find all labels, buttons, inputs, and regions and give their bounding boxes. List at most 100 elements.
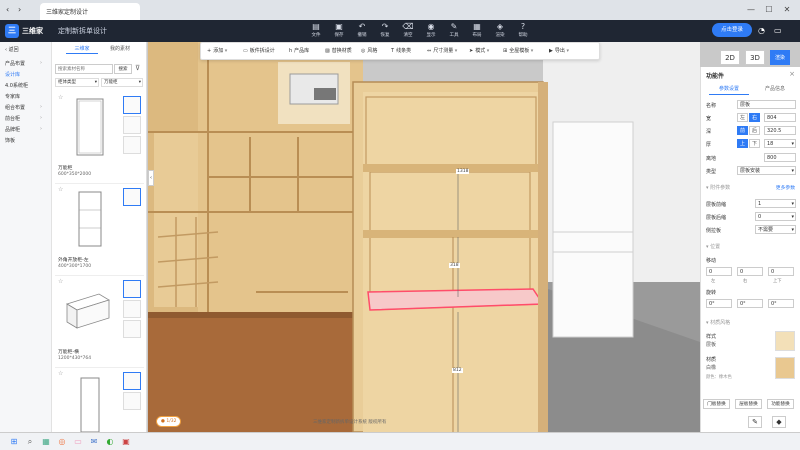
login-button[interactable]: 点击登录 xyxy=(712,23,752,37)
browser-back-icon[interactable]: ‹ xyxy=(6,5,9,14)
shelf-back-select[interactable]: 0 ▾ xyxy=(755,212,796,221)
redo-tool-button[interactable]: ↷ 恢复 xyxy=(374,22,396,42)
thickness-top-toggle[interactable]: 上 xyxy=(737,139,748,148)
thickness-bottom-toggle[interactable]: 下 xyxy=(749,139,760,148)
height-field[interactable]: 800 xyxy=(764,153,796,162)
section-position[interactable]: ▾ 位置 xyxy=(706,243,720,250)
rotate-z-field[interactable]: 0° xyxy=(768,299,794,308)
search-button[interactable]: 搜索 xyxy=(114,64,132,74)
tab-params[interactable]: 参数设置 xyxy=(709,85,749,95)
product-card[interactable]: ☆ 万能柜 600*350*2000 xyxy=(55,92,144,184)
save-tool-button[interactable]: ▣ 保存 xyxy=(328,22,350,42)
layout-tool-button[interactable]: ▦ 布局 xyxy=(466,22,488,42)
undo-tool-button[interactable]: ↶ 撤销 xyxy=(351,22,373,42)
render-tool-button[interactable]: ◈ 渲染 xyxy=(489,22,511,42)
chat-icon[interactable]: ◐ xyxy=(104,436,116,448)
browser-icon[interactable]: ◎ xyxy=(56,436,68,448)
product-card[interactable]: ☆ xyxy=(55,368,144,432)
variant-thumbnail[interactable] xyxy=(123,136,141,154)
tab-sanweijia[interactable]: 三维家 xyxy=(66,45,98,54)
variant-thumbnail[interactable] xyxy=(123,96,141,114)
width-left-toggle[interactable]: 左 xyxy=(737,113,748,122)
section-material[interactable]: ▾ 材质风格 xyxy=(706,319,730,326)
cube-icon[interactable]: ◆ xyxy=(772,416,786,428)
thickness-field[interactable]: 18 ▾ xyxy=(764,139,796,148)
variant-thumbnail[interactable] xyxy=(123,188,141,206)
grid-toolbar-button[interactable]: ⊞ 全屋模板 ▾ xyxy=(503,47,533,54)
variant-thumbnail[interactable] xyxy=(123,392,141,410)
bell-icon[interactable]: ◔ xyxy=(758,26,765,35)
depth-front-toggle[interactable]: 前 xyxy=(737,126,748,135)
type-select[interactable]: 层板安装 ▾ xyxy=(737,166,796,175)
sidebar-item[interactable]: 饰板 xyxy=(5,137,15,144)
cabinet-3d-view[interactable] xyxy=(148,42,700,432)
maximize-icon[interactable]: ☐ xyxy=(764,5,774,15)
browser-forward-icon[interactable]: › xyxy=(18,5,21,14)
category-filter-select[interactable]: 万能柜 ▾ xyxy=(101,78,143,87)
replace-function-button[interactable]: 功能替换 xyxy=(767,399,794,409)
mold-toolbar-button[interactable]: T 线条类 xyxy=(391,47,411,54)
pen-icon[interactable]: ✎ xyxy=(748,416,762,428)
hardware-toolbar-button[interactable]: h 产品库 xyxy=(289,47,309,54)
cursor-toolbar-button[interactable]: ➤ 模式 ▾ xyxy=(469,47,489,54)
favorite-icon[interactable]: ☆ xyxy=(58,370,63,377)
move-z-field[interactable]: 0 xyxy=(768,267,794,276)
product-card[interactable]: ☆ 万能柜-横 1200*430*764 xyxy=(55,276,144,368)
replace-door-button[interactable]: 门板替换 xyxy=(703,399,730,409)
explorer-icon[interactable]: ▦ xyxy=(40,436,52,448)
back-link[interactable]: ‹ 返回 xyxy=(5,46,19,53)
help-tool-button[interactable]: ? 帮助 xyxy=(512,22,534,42)
style-swatch[interactable] xyxy=(775,331,795,351)
section-params[interactable]: ▾ 附件参数 xyxy=(706,184,730,191)
folder-icon[interactable]: ▭ xyxy=(72,436,84,448)
app-icon[interactable]: ▣ xyxy=(120,436,132,448)
close-icon[interactable]: × xyxy=(789,70,795,78)
product-card[interactable]: ☆ 外角开放柜-左 400*300*1700 xyxy=(55,184,144,276)
replace-shelf-button[interactable]: 层板替换 xyxy=(735,399,762,409)
sidebar-item[interactable]: 产品布置 xyxy=(5,60,25,67)
move-x-field[interactable]: 0 xyxy=(706,267,732,276)
shelf-front-select[interactable]: 1 ▾ xyxy=(755,199,796,208)
rotate-y-field[interactable]: 0° xyxy=(737,299,763,308)
favorite-icon[interactable]: ☆ xyxy=(58,94,63,101)
panel-toolbar-button[interactable]: ▭ 板件拆设计 xyxy=(243,47,275,54)
tools-tool-button[interactable]: ✎ 工具 xyxy=(443,22,465,42)
view-tool-button[interactable]: ◉ 显示 xyxy=(420,22,442,42)
view-2d-button[interactable]: 2D xyxy=(720,50,740,65)
sidebar-item[interactable]: 4.0系统柜 xyxy=(5,82,28,89)
search-input[interactable] xyxy=(55,64,113,74)
width-field[interactable]: 804 xyxy=(764,113,796,122)
collapse-left-icon[interactable]: ‹ xyxy=(148,170,154,186)
plus-toolbar-button[interactable]: + 添加 ▾ xyxy=(207,47,227,54)
view-3d-button[interactable]: 3D xyxy=(745,50,765,65)
search-icon[interactable]: ⌕ xyxy=(24,436,36,448)
move-y-field[interactable]: 0 xyxy=(737,267,763,276)
window-icon[interactable]: ▭ xyxy=(774,26,782,35)
mail-icon[interactable]: ✉ xyxy=(88,436,100,448)
variant-thumbnail[interactable] xyxy=(123,372,141,390)
material-swatch[interactable] xyxy=(775,357,795,379)
sidebar-item[interactable]: 品牌柜 xyxy=(5,126,20,133)
sidebar-item[interactable]: 专家库 xyxy=(5,93,20,100)
render-button[interactable]: 渲染 xyxy=(770,50,790,65)
style-toolbar-button[interactable]: ◎ 风格 xyxy=(361,47,377,54)
sidebar-item[interactable]: 组合布置 xyxy=(5,104,25,111)
clear-tool-button[interactable]: ⌫ 清空 xyxy=(397,22,419,42)
sidebar-item[interactable]: 设计库 xyxy=(5,71,20,78)
variant-thumbnail[interactable] xyxy=(123,116,141,134)
file-tool-button[interactable]: ▤ 文件 xyxy=(305,22,327,42)
win-icon[interactable]: ⊞ xyxy=(8,436,20,448)
name-field[interactable]: 层板 xyxy=(737,100,796,109)
filter-icon[interactable]: ⊽ xyxy=(135,64,140,72)
type-filter-select[interactable]: 柜体类型 ▾ xyxy=(55,78,99,87)
favorite-icon[interactable]: ☆ xyxy=(58,278,63,285)
tab-my-material[interactable]: 我的素材 xyxy=(102,45,138,54)
depth-field[interactable]: 320.5 xyxy=(764,126,796,135)
measure-toolbar-button[interactable]: ⇔ 尺寸测量 ▾ xyxy=(427,47,457,54)
variant-thumbnail[interactable] xyxy=(123,280,141,298)
page-badge[interactable]: ● 1/32 xyxy=(156,416,182,427)
width-right-toggle[interactable]: 右 xyxy=(749,113,760,122)
texture-toolbar-button[interactable]: ▨ 替换材质 xyxy=(325,47,352,54)
export-toolbar-button[interactable]: ▶ 导出 ▾ xyxy=(549,47,569,54)
variant-thumbnail[interactable] xyxy=(123,300,141,318)
